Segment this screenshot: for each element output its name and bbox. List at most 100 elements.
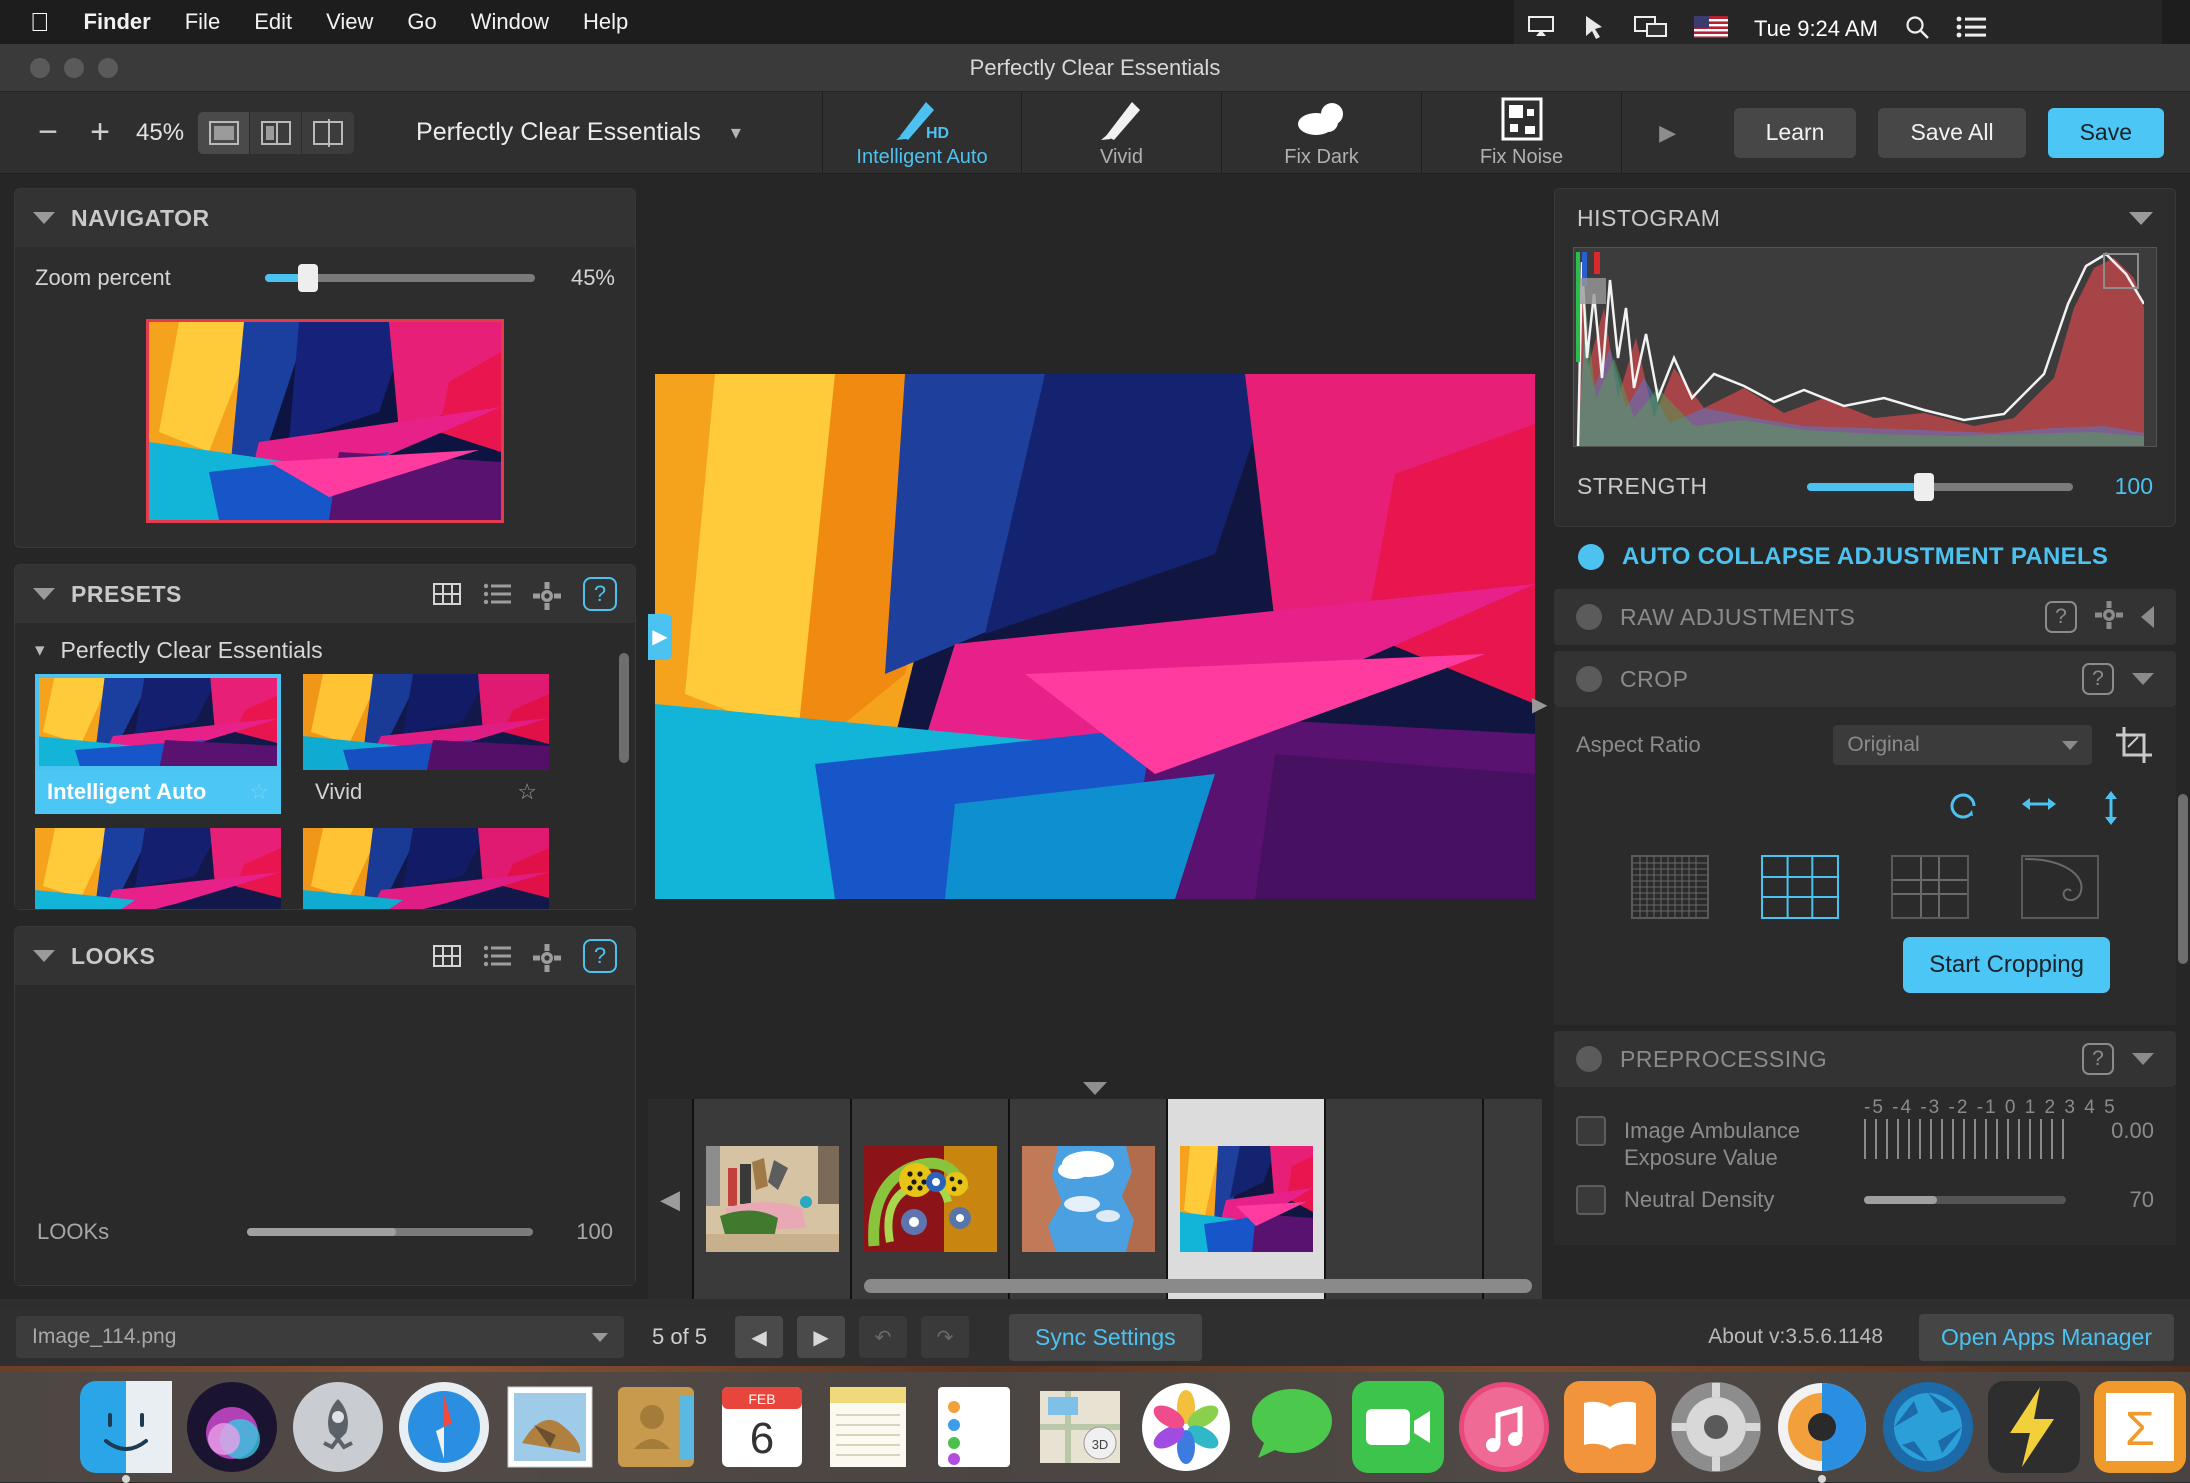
dock-item-safari[interactable]	[398, 1381, 490, 1473]
split-view-button[interactable]	[250, 112, 302, 154]
right-panel-scrollbar[interactable]	[2178, 794, 2188, 964]
filmstrip-track[interactable]	[692, 1099, 1542, 1299]
dock-item-aperture[interactable]	[1882, 1381, 1974, 1473]
list-view-icon[interactable]	[483, 944, 511, 968]
control-center-icon[interactable]	[1956, 16, 1986, 43]
tabs-next-arrow-icon[interactable]: ▶	[1659, 120, 1676, 146]
single-view-button[interactable]	[198, 112, 250, 154]
filmstrip-collapse-icon[interactable]	[1083, 1082, 1107, 1095]
apple-icon[interactable]: 	[30, 9, 50, 35]
menu-item-window[interactable]: Window	[471, 9, 549, 35]
filmstrip-thumb[interactable]	[1168, 1099, 1326, 1299]
presets-scrollbar[interactable]	[619, 653, 629, 763]
filmstrip-prev-arrow-icon[interactable]: ◀	[648, 1099, 692, 1299]
disclosure-triangle-icon[interactable]	[2132, 1053, 2154, 1065]
star-icon[interactable]: ☆	[517, 779, 537, 805]
gear-icon[interactable]	[533, 944, 561, 968]
dock-item-maps[interactable]: 3D	[1034, 1381, 1126, 1473]
learn-button[interactable]: Learn	[1734, 108, 1857, 158]
dock-item-perfectly-clear[interactable]	[1776, 1381, 1868, 1473]
flip-vertical-icon[interactable]	[2098, 789, 2124, 835]
presets-header[interactable]: PRESETS ?	[15, 565, 635, 623]
crop-tool-icon[interactable]	[2114, 725, 2154, 765]
dock-item-utility[interactable]	[1988, 1381, 2080, 1473]
sync-settings-button[interactable]: Sync Settings	[1009, 1314, 1202, 1361]
crop-header[interactable]: CROP ?	[1554, 651, 2176, 707]
grid-view-icon[interactable]	[433, 582, 461, 606]
main-image[interactable]	[655, 374, 1535, 899]
disclosure-triangle-icon[interactable]	[33, 950, 55, 962]
rotate-icon[interactable]	[1946, 789, 1980, 835]
collapse-arrow-icon[interactable]	[2141, 606, 2154, 628]
panel-toggle-dot-icon[interactable]	[1576, 666, 1602, 692]
grid-view-icon[interactable]	[433, 944, 461, 968]
preset-item[interactable]: Vivid ☆	[303, 674, 549, 814]
redo-icon[interactable]: ↷	[921, 1316, 969, 1358]
panel-toggle-dot-icon[interactable]	[1576, 1046, 1602, 1072]
dock-item-calculator[interactable]: Σ	[2094, 1381, 2186, 1473]
preset-item[interactable]: Intelligent Auto ☆	[35, 674, 281, 814]
menu-item-view[interactable]: View	[326, 9, 373, 35]
zoom-out-button[interactable]: −	[22, 107, 74, 159]
dock-item-photos[interactable]	[1140, 1381, 1232, 1473]
next-icon[interactable]: ▶	[797, 1316, 845, 1358]
preprocessing-header[interactable]: PREPROCESSING ?	[1554, 1031, 2176, 1087]
tab-fix-dark[interactable]: Fix Dark	[1222, 92, 1422, 173]
fine-grid-icon[interactable]	[1631, 855, 1709, 919]
chevron-down-icon[interactable]: ▾	[35, 639, 45, 662]
neutral-density-checkbox[interactable]	[1576, 1185, 1606, 1215]
us-flag-icon[interactable]	[1694, 16, 1728, 43]
help-icon[interactable]: ?	[583, 939, 617, 973]
chevron-down-icon[interactable]: ▾	[731, 120, 741, 145]
menu-item-finder[interactable]: Finder	[84, 9, 151, 35]
close-button[interactable]	[30, 58, 50, 78]
golden-spiral-icon[interactable]	[2021, 855, 2099, 919]
gear-icon[interactable]	[2095, 601, 2123, 634]
dock-item-messages[interactable]	[1246, 1381, 1338, 1473]
flip-horizontal-icon[interactable]	[2020, 789, 2058, 835]
tab-fix-noise[interactable]: Fix Noise	[1422, 92, 1622, 173]
tab-vivid[interactable]: Vivid	[1022, 92, 1222, 173]
maximize-button[interactable]	[98, 58, 118, 78]
side-by-side-view-button[interactable]	[302, 112, 354, 154]
disclosure-triangle-icon[interactable]	[2129, 212, 2153, 225]
menubar-clock[interactable]: Tue 9:24 AM	[1754, 16, 1878, 42]
about-version-label[interactable]: About v:3.5.6.1148	[1708, 1325, 1883, 1349]
display-icon[interactable]	[1634, 14, 1668, 45]
navigator-header[interactable]: NAVIGATOR	[15, 189, 635, 247]
dock-item-facetime[interactable]	[1352, 1381, 1444, 1473]
menu-item-go[interactable]: Go	[407, 9, 436, 35]
golden-ratio-icon[interactable]	[1891, 855, 1969, 919]
filmstrip-scrollbar[interactable]	[864, 1279, 1532, 1293]
dock-item-itunes[interactable]	[1458, 1381, 1550, 1473]
list-view-icon[interactable]	[483, 582, 511, 606]
looks-header[interactable]: LOOKS ?	[15, 927, 635, 985]
sidebar-collapse-arrow-icon[interactable]: ▶	[1532, 692, 1547, 717]
dock-item-contacts[interactable]	[610, 1381, 702, 1473]
dock-item-notes[interactable]	[822, 1381, 914, 1473]
gear-icon[interactable]	[533, 582, 561, 606]
dock-item-calendar[interactable]: FEB6	[716, 1381, 808, 1473]
preset-item[interactable]	[35, 828, 281, 909]
filmstrip-thumb[interactable]	[1010, 1099, 1168, 1299]
navigator-thumbnail[interactable]	[146, 319, 504, 523]
presets-group-header[interactable]: ▾ Perfectly Clear Essentials	[15, 623, 635, 670]
preset-item[interactable]	[303, 828, 549, 909]
start-cropping-button[interactable]: Start Cropping	[1903, 937, 2110, 993]
dock-item-launchpad[interactable]	[292, 1381, 384, 1473]
help-icon[interactable]: ?	[2082, 1043, 2114, 1075]
save-all-button[interactable]: Save All	[1878, 108, 2025, 158]
menu-item-edit[interactable]: Edit	[254, 9, 292, 35]
disclosure-triangle-icon[interactable]	[2132, 673, 2154, 685]
dock-item-reminders[interactable]	[928, 1381, 1020, 1473]
dock-item-ibooks[interactable]	[1564, 1381, 1656, 1473]
presets-list[interactable]: ▾ Perfectly Clear Essentials	[15, 623, 635, 909]
image-ambulance-checkbox[interactable]	[1576, 1116, 1606, 1146]
cursor-icon[interactable]	[1582, 14, 1608, 45]
neutral-density-slider[interactable]	[1864, 1196, 2066, 1204]
disclosure-triangle-icon[interactable]	[33, 588, 55, 600]
dock-item-system-preferences[interactable]	[1670, 1381, 1762, 1473]
menu-item-help[interactable]: Help	[583, 9, 628, 35]
filmstrip-thumb[interactable]	[694, 1099, 852, 1299]
filmstrip-thumb[interactable]	[852, 1099, 1010, 1299]
